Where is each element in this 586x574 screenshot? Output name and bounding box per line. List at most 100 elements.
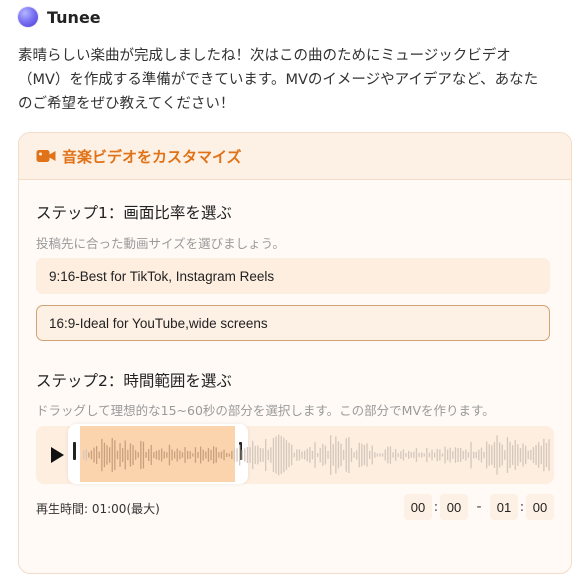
message-line: （MV）を作成する準備ができています。MVのイメージやアイデアなど、あなた	[18, 72, 539, 88]
step1-title: ステップ1：画面比率を選ぶ	[36, 204, 232, 222]
waveform-bar	[114, 440, 116, 470]
waveform-bar	[254, 445, 256, 465]
waveform-bar	[88, 452, 90, 458]
waveform-bar	[499, 442, 501, 468]
waveform-bar	[525, 445, 527, 465]
waveform-bar	[348, 437, 350, 473]
waveform-bar	[392, 452, 394, 458]
waveform-bar	[337, 441, 340, 469]
waveform-bar	[109, 447, 111, 463]
waveform-bar	[434, 452, 436, 458]
start-minutes-field[interactable]: 00	[404, 494, 432, 520]
aspect-option-16-9[interactable]: 16:9-Ideal for YouTube,wide screens	[36, 305, 550, 341]
waveform-bar	[163, 451, 165, 459]
waveform-bar	[545, 443, 548, 467]
waveform-bar	[376, 453, 379, 457]
waveform-bar	[145, 452, 147, 458]
waveform-bar	[293, 452, 295, 458]
waveform-bar	[179, 450, 181, 460]
waveform-bar	[280, 435, 282, 475]
waveform-bar	[285, 440, 288, 470]
tunee-logo-icon	[18, 7, 38, 27]
waveform-bar	[241, 450, 243, 460]
waveform-bar	[311, 450, 314, 460]
waveform-bar	[493, 442, 496, 468]
waveform-bar	[512, 445, 514, 465]
waveform-bar	[532, 447, 535, 463]
waveform-bar	[244, 448, 246, 462]
waveform-bar	[301, 451, 303, 459]
waveform-bar	[166, 452, 168, 458]
waveform-bar	[436, 448, 438, 462]
waveform-bar	[397, 453, 399, 457]
waveform-bar	[291, 444, 293, 466]
waveform-bar	[488, 444, 490, 466]
message-line: のご希望をぜひ教えてください！	[18, 96, 235, 112]
waveform-bar	[239, 444, 241, 466]
waveform-bar	[522, 443, 524, 467]
waveform-bar	[371, 445, 373, 465]
waveform-bar	[140, 441, 142, 470]
waveform-bar	[174, 451, 176, 459]
waveform-bar	[194, 447, 197, 463]
waveform-bar	[168, 444, 171, 466]
waveform-bar	[265, 439, 267, 471]
waveform-bar	[319, 447, 321, 463]
aspect-option-9-16[interactable]: 9:16-Best for TikTok, Instagram Reels	[36, 258, 550, 294]
waveform-bar	[96, 446, 98, 464]
waveform-bar	[363, 444, 366, 465]
waveform-bar	[491, 445, 493, 465]
time-range-inputs: 00 : 00 - 01 : 00	[404, 494, 554, 520]
waveform-bar	[288, 442, 290, 468]
waveform-bar	[111, 438, 113, 472]
app-name: Tunee	[47, 7, 101, 27]
waveform-bar	[457, 448, 459, 462]
waveform-bar	[98, 451, 100, 459]
waveform-bar	[517, 444, 519, 466]
waveform-bar	[210, 449, 212, 461]
option-label: 16:9-Ideal for YouTube,wide screens	[49, 315, 268, 331]
waveform-bar	[150, 445, 152, 465]
waveform-bar	[106, 445, 108, 465]
waveform-bar	[519, 447, 522, 463]
waveform-bar	[122, 448, 124, 462]
waveform-bar	[343, 450, 345, 460]
waveform-bar	[153, 452, 155, 458]
chat-header: Tunee	[18, 6, 101, 28]
waveform-bar	[249, 447, 251, 463]
waveform-bar	[215, 447, 217, 463]
waveform-bar	[444, 446, 446, 464]
assistant-message: 素晴らしい楽曲が完成しましたね！次はこの曲のためにミュージックビデオ （MV）を…	[18, 44, 573, 116]
waveform-bar	[501, 444, 503, 466]
message-line: 素晴らしい楽曲が完成しましたね！次はこの曲のためにミュージックビデオ	[18, 48, 511, 64]
step2-title: ステップ2：時間範囲を選ぶ	[36, 372, 232, 390]
waveform-bar	[496, 435, 498, 475]
end-seconds-field[interactable]: 00	[526, 494, 554, 520]
waveform-bar	[379, 453, 381, 457]
waveform-bar	[410, 452, 412, 458]
waveform-bar	[309, 447, 311, 463]
waveform-bar	[540, 445, 542, 465]
playback-duration: 再生時間: 01:00(最大)	[36, 502, 160, 516]
waveform-bar	[231, 451, 233, 459]
waveform-bar	[283, 437, 285, 473]
waveform-bar	[93, 447, 95, 463]
waveform-bar	[197, 452, 199, 458]
waveform-bar	[129, 443, 132, 467]
waveform-bar	[228, 453, 230, 457]
end-minutes-field[interactable]: 01	[490, 494, 518, 520]
waveform-bar	[127, 449, 129, 461]
waveform-bar	[454, 447, 457, 463]
waveform-bar	[296, 449, 298, 461]
waveform-bar	[506, 437, 509, 473]
waveform-bar	[142, 441, 145, 469]
start-seconds-field[interactable]: 00	[440, 494, 468, 520]
waveform-bar	[538, 442, 540, 468]
waveform-bar	[332, 444, 334, 466]
waveform-track[interactable]	[36, 424, 554, 484]
waveform-bar	[85, 449, 87, 461]
waveform-bar	[340, 443, 342, 467]
waveform-bar	[460, 448, 462, 462]
waveform-bar	[327, 451, 329, 459]
waveform-bar	[447, 449, 449, 461]
